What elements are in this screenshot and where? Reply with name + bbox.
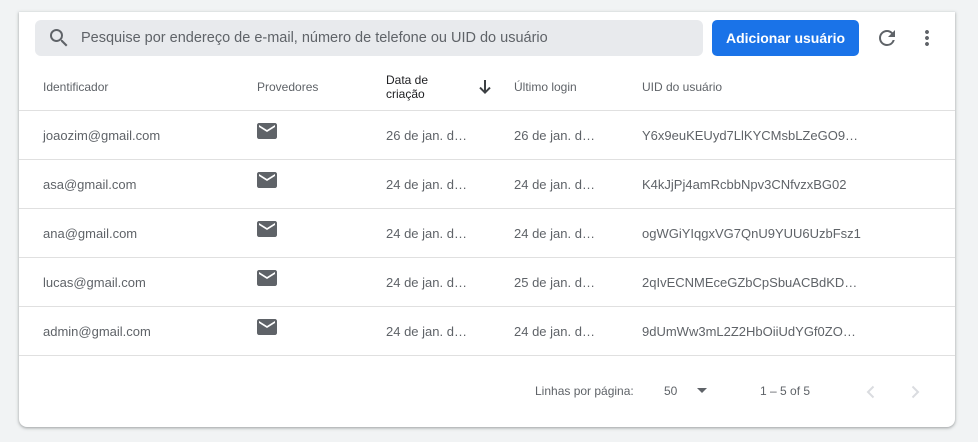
cell-uid: K4kJjPj4amRcbbNpv3CNfvzxBG02 [642, 176, 847, 192]
mail-icon [257, 172, 277, 188]
search-icon [50, 29, 68, 47]
search-input[interactable] [79, 29, 703, 47]
sort-descending-icon[interactable] [477, 77, 493, 97]
column-label: UID do usuário [642, 80, 723, 94]
cell-last-login: 24 de jan. d… [514, 323, 595, 339]
table-row[interactable]: admin@gmail.com 24 de jan. d… 24 de jan.… [19, 307, 955, 356]
rows-per-page-value[interactable]: 50 [664, 384, 677, 398]
users-table-card: Adicionar usuário Identificador Provedor… [19, 12, 955, 427]
cell-last-login: 26 de jan. d… [514, 127, 595, 143]
column-label: Data de criação [386, 73, 428, 101]
cell-uid: Y6x9euKEUyd7LlKYCMsbLZeGO9… [642, 127, 859, 143]
cell-created: 24 de jan. d… [386, 225, 467, 241]
cell-last-login: 25 de jan. d… [514, 274, 595, 290]
rows-per-page-label: Linhas por página: [535, 384, 634, 398]
chevron-left-icon[interactable] [859, 380, 883, 404]
mail-icon [257, 123, 277, 139]
column-header-providers[interactable]: Provedores [257, 64, 318, 110]
table-row[interactable]: asa@gmail.com 24 de jan. d… 24 de jan. d… [19, 160, 955, 209]
pagination-range: 1 – 5 of 5 [760, 384, 811, 398]
mail-icon [257, 221, 277, 237]
cell-provider [257, 258, 277, 306]
chevron-right-icon[interactable] [903, 380, 927, 404]
cell-created: 24 de jan. d… [386, 274, 467, 290]
cell-identifier: admin@gmail.com [43, 323, 151, 339]
mail-icon [257, 319, 277, 335]
refresh-icon [879, 30, 895, 46]
more-options-button[interactable] [913, 24, 941, 52]
cell-created: 26 de jan. d… [386, 127, 467, 143]
cell-created: 24 de jan. d… [386, 323, 467, 339]
cell-uid: ogWGiYIqgxVG7QnU9YUU6UzbFsz1 [642, 225, 861, 241]
more-vert-icon [925, 30, 929, 46]
table-header: Identificador Provedores Data de criação… [19, 64, 955, 111]
table-row[interactable]: ana@gmail.com 24 de jan. d… 24 de jan. d… [19, 209, 955, 258]
cell-last-login: 24 de jan. d… [514, 225, 595, 241]
column-label: Último login [514, 80, 577, 94]
cell-last-login: 24 de jan. d… [514, 176, 595, 192]
pagination-bar: Linhas por página: 50 1 – 5 of 5 [19, 368, 955, 416]
cell-identifier: asa@gmail.com [43, 176, 137, 192]
column-label: Identificador [43, 80, 109, 94]
mail-icon [257, 270, 277, 286]
cell-provider [257, 160, 277, 208]
cell-provider [257, 307, 277, 355]
cell-identifier: ana@gmail.com [43, 225, 138, 241]
cell-provider [257, 209, 277, 257]
column-label: Provedores [257, 80, 319, 94]
refresh-button[interactable] [873, 24, 901, 52]
cell-identifier: lucas@gmail.com [43, 274, 146, 290]
column-header-created[interactable]: Data de criação [386, 64, 428, 110]
column-label-line2: criação [386, 87, 425, 101]
column-header-last-login[interactable]: Último login [514, 64, 577, 110]
cell-uid: 9dUmWw3mL2Z2HbOiiUdYGf0ZO… [642, 323, 856, 339]
column-label-line1: Data de [386, 73, 429, 87]
cell-identifier: joaozim@gmail.com [43, 127, 161, 143]
cell-created: 24 de jan. d… [386, 176, 467, 192]
column-header-uid[interactable]: UID do usuário [642, 64, 722, 110]
table-row[interactable]: lucas@gmail.com 24 de jan. d… 25 de jan.… [19, 258, 955, 307]
column-header-identifier[interactable]: Identificador [43, 64, 108, 110]
dropdown-arrow-icon[interactable] [695, 386, 709, 396]
cell-uid: 2qIvECNMEceGZbCpSbuACBdKD… [642, 274, 858, 290]
table-row[interactable]: joaozim@gmail.com 26 de jan. d… 26 de ja… [19, 111, 955, 160]
add-user-button[interactable]: Adicionar usuário [712, 20, 859, 56]
search-bar[interactable] [35, 20, 703, 56]
cell-provider [257, 111, 277, 159]
